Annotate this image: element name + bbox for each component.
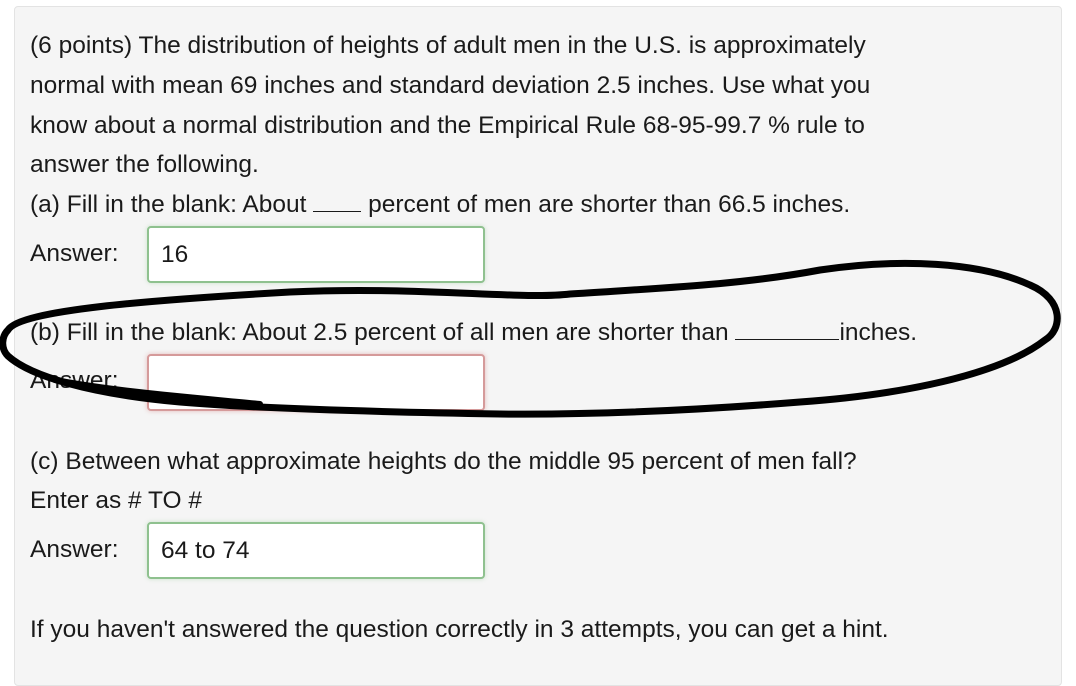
part-b-suffix: inches. bbox=[839, 319, 918, 346]
question-intro-line-2: normal with mean 69 inches and standard … bbox=[30, 72, 871, 99]
part-a-prompt: (a) Fill in the blank: About percent of … bbox=[30, 190, 850, 220]
hint-text: If you haven't answered the question cor… bbox=[30, 616, 889, 643]
part-c-answer-input[interactable] bbox=[147, 522, 485, 579]
part-c-prompt-line-1: (c) Between what approximate heights do … bbox=[30, 448, 857, 475]
part-a-suffix: percent of men are shorter than 66.5 inc… bbox=[361, 191, 851, 218]
part-a-answer-input[interactable] bbox=[147, 226, 485, 283]
question-intro-line-3: know about a normal distribution and the… bbox=[30, 112, 865, 139]
part-c-prompt-line-2: Enter as # TO # bbox=[30, 487, 203, 514]
part-b-blank bbox=[735, 319, 840, 340]
question-intro-line-4: answer the following. bbox=[30, 151, 259, 178]
part-b-prefix: (b) Fill in the blank: About 2.5 percent… bbox=[30, 319, 736, 346]
part-a-blank bbox=[313, 191, 362, 212]
part-a-prefix: (a) Fill in the blank: About bbox=[30, 191, 314, 218]
part-b-answer-input[interactable] bbox=[147, 354, 485, 411]
question-intro-line-1: (6 points) The distribution of heights o… bbox=[30, 32, 866, 59]
part-b-answer-label: Answer: bbox=[30, 367, 119, 394]
part-a-answer-label: Answer: bbox=[30, 240, 119, 267]
part-c-answer-label: Answer: bbox=[30, 536, 119, 563]
part-b-prompt: (b) Fill in the blank: About 2.5 percent… bbox=[30, 318, 917, 348]
